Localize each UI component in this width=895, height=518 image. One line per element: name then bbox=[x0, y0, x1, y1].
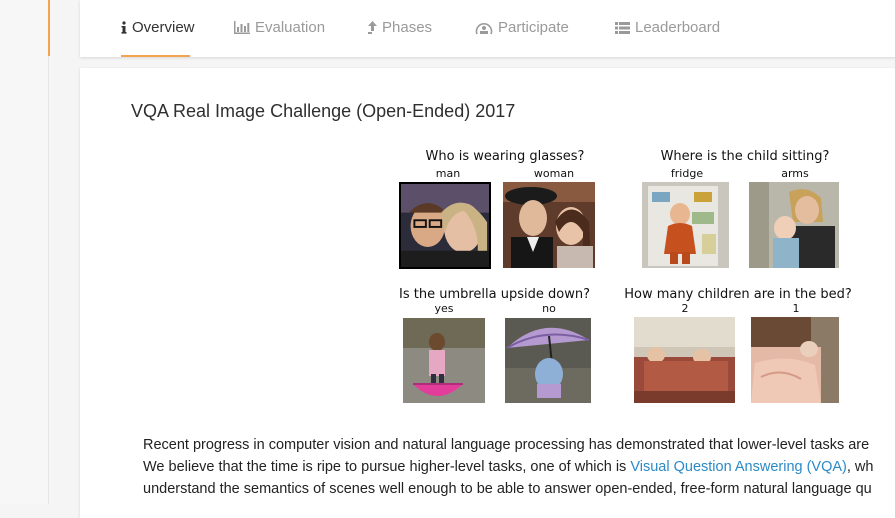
figure-answer: yes bbox=[434, 302, 454, 315]
figure-answer: 2 bbox=[681, 302, 689, 315]
bar-chart-icon bbox=[234, 21, 250, 34]
photo-umbrella-upright bbox=[505, 318, 591, 403]
tab-overview[interactable]: Overview bbox=[121, 19, 195, 36]
photo-mother-arms bbox=[749, 182, 839, 268]
upload-arrow-icon bbox=[368, 21, 377, 34]
tab-label: Overview bbox=[132, 19, 195, 36]
figure-answer: 1 bbox=[792, 302, 800, 315]
left-sidebar-strip bbox=[0, 0, 49, 504]
tab-label: Phases bbox=[382, 19, 433, 36]
figure-question: Who is wearing glasses? bbox=[425, 149, 585, 164]
figure-answer: fridge bbox=[670, 167, 704, 180]
figure-question: How many children are in the bed? bbox=[624, 287, 852, 302]
photo-one-child-bed bbox=[751, 317, 839, 403]
paragraph-text: , wh bbox=[846, 459, 874, 475]
info-icon bbox=[121, 21, 127, 34]
figure-question: Is the umbrella upside down? bbox=[399, 287, 590, 302]
active-tab-underline bbox=[121, 55, 190, 57]
figure-answer: woman bbox=[533, 167, 575, 180]
sidebar-active-indicator bbox=[48, 0, 50, 56]
tab-label: Participate bbox=[498, 19, 569, 36]
figure-answer: man bbox=[435, 167, 461, 180]
intro-paragraph-line1: Recent progress in computer vision and n… bbox=[143, 437, 870, 453]
list-icon bbox=[615, 21, 630, 34]
tab-phases[interactable]: Phases bbox=[368, 19, 432, 36]
photo-wedding-couple bbox=[503, 182, 595, 268]
tab-participate[interactable]: Participate bbox=[475, 19, 569, 36]
participate-icon bbox=[475, 21, 493, 35]
tab-evaluation[interactable]: Evaluation bbox=[234, 19, 325, 36]
tab-label: Evaluation bbox=[255, 19, 326, 36]
intro-paragraph-line2: We believe that the time is ripe to purs… bbox=[143, 459, 895, 475]
photo-couple-selfie bbox=[399, 182, 491, 269]
photo-child-fridge bbox=[642, 182, 729, 268]
paragraph-text: We believe that the time is ripe to purs… bbox=[143, 459, 631, 475]
page-title: VQA Real Image Challenge (Open-Ended) 20… bbox=[131, 101, 516, 121]
intro-paragraph-line3: understand the semantics of scenes well … bbox=[143, 481, 872, 497]
photo-umbrella-upside-down bbox=[403, 318, 485, 403]
tab-leaderboard[interactable]: Leaderboard bbox=[615, 19, 720, 36]
figure-answer: no bbox=[542, 302, 556, 315]
figure-question: Where is the child sitting? bbox=[660, 149, 830, 164]
figure-answer: arms bbox=[781, 167, 809, 180]
photo-two-children-bed bbox=[634, 317, 735, 403]
vqa-link[interactable]: Visual Question Answering (VQA) bbox=[630, 459, 847, 475]
tab-label: Leaderboard bbox=[635, 19, 721, 36]
